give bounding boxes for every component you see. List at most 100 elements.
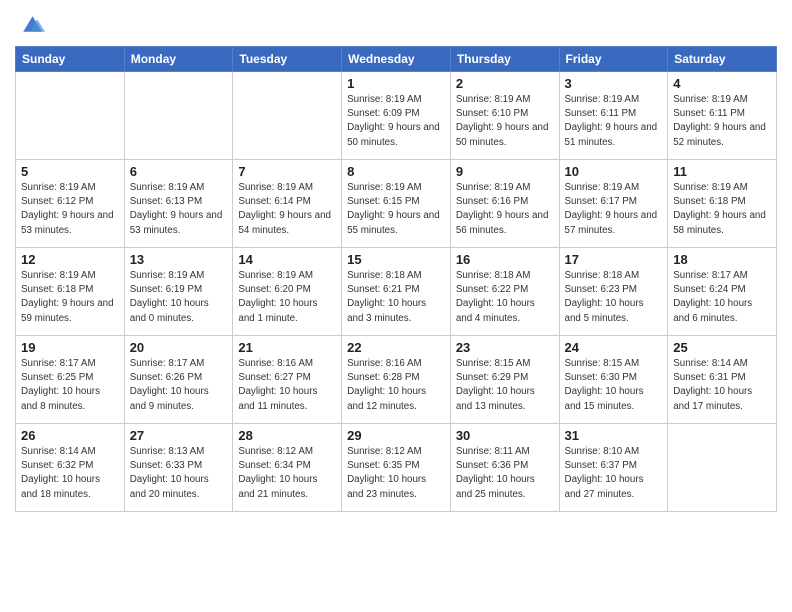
day-info: Sunrise: 8:19 AM Sunset: 6:14 PM Dayligh… [238,181,336,238]
day-number: 28 [238,428,336,443]
day-info: Sunrise: 8:15 AM Sunset: 6:29 PM Dayligh… [456,357,554,414]
calendar-cell: 30Sunrise: 8:11 AM Sunset: 6:36 PM Dayli… [450,424,559,512]
day-number: 17 [565,252,663,267]
calendar-cell: 19 Sunrise: 8:17 AM Sunset: 6:25 PM Dayli… [16,336,125,424]
day-header-wednesday: Wednesday [342,47,451,72]
calendar-cell: 4Sunrise: 8:19 AM Sunset: 6:11 PM Daylig… [668,72,777,160]
calendar-cell: 24 Sunrise: 8:15 AM Sunset: 6:30 PM Dayli… [559,336,668,424]
day-info: Sunrise: 8:19 AM Sunset: 6:13 PM Dayligh… [130,181,228,238]
calendar-cell: 28Sunrise: 8:12 AM Sunset: 6:34 PM Dayli… [233,424,342,512]
day-info: Sunrise: 8:19 AM Sunset: 6:19 PM Dayligh… [130,269,228,326]
calendar-cell: 2 Sunrise: 8:19 AM Sunset: 6:10 PM Daylig… [450,72,559,160]
day-number: 22 [347,340,445,355]
calendar-table: SundayMondayTuesdayWednesdayThursdayFrid… [15,46,777,512]
day-info: Sunrise: 8:19 AM Sunset: 6:15 PM Dayligh… [347,181,445,238]
calendar-cell: 11 Sunrise: 8:19 AM Sunset: 6:18 PM Dayli… [668,160,777,248]
day-number: 11 [673,164,771,179]
calendar-cell: 10Sunrise: 8:19 AM Sunset: 6:17 PM Dayli… [559,160,668,248]
calendar-cell: 13 Sunrise: 8:19 AM Sunset: 6:19 PM Dayli… [124,248,233,336]
day-number: 19 [21,340,119,355]
calendar-cell: 23 Sunrise: 8:15 AM Sunset: 6:29 PM Dayli… [450,336,559,424]
calendar-cell: 15 Sunrise: 8:18 AM Sunset: 6:21 PM Dayli… [342,248,451,336]
calendar-cell [668,424,777,512]
calendar-cell: 9 Sunrise: 8:19 AM Sunset: 6:16 PM Daylig… [450,160,559,248]
day-info: Sunrise: 8:14 AM Sunset: 6:31 PM Dayligh… [673,357,771,414]
day-number: 12 [21,252,119,267]
calendar-cell: 26 Sunrise: 8:14 AM Sunset: 6:32 PM Dayli… [16,424,125,512]
day-info: Sunrise: 8:19 AM Sunset: 6:17 PM Dayligh… [565,181,663,238]
page: SundayMondayTuesdayWednesdayThursdayFrid… [0,0,792,612]
day-number: 31 [565,428,663,443]
day-info: Sunrise: 8:16 AM Sunset: 6:28 PM Dayligh… [347,357,445,414]
day-info: Sunrise: 8:15 AM Sunset: 6:30 PM Dayligh… [565,357,663,414]
calendar-cell: 20 Sunrise: 8:17 AM Sunset: 6:26 PM Dayli… [124,336,233,424]
day-header-saturday: Saturday [668,47,777,72]
day-info: Sunrise: 8:17 AM Sunset: 6:25 PM Dayligh… [21,357,119,414]
day-number: 20 [130,340,228,355]
calendar-cell: 17 Sunrise: 8:18 AM Sunset: 6:23 PM Dayli… [559,248,668,336]
day-info: Sunrise: 8:19 AM Sunset: 6:09 PM Dayligh… [347,93,445,150]
day-header-sunday: Sunday [16,47,125,72]
day-info: Sunrise: 8:19 AM Sunset: 6:10 PM Dayligh… [456,93,554,150]
day-number: 15 [347,252,445,267]
calendar-cell: 25 Sunrise: 8:14 AM Sunset: 6:31 PM Dayli… [668,336,777,424]
calendar-header-row: SundayMondayTuesdayWednesdayThursdayFrid… [16,47,777,72]
calendar-cell: 12 Sunrise: 8:19 AM Sunset: 6:18 PM Dayli… [16,248,125,336]
day-number: 6 [130,164,228,179]
calendar-cell: 7 Sunrise: 8:19 AM Sunset: 6:14 PM Daylig… [233,160,342,248]
day-info: Sunrise: 8:18 AM Sunset: 6:21 PM Dayligh… [347,269,445,326]
day-info: Sunrise: 8:12 AM Sunset: 6:35 PM Dayligh… [347,445,445,502]
day-number: 26 [21,428,119,443]
calendar-cell: 8 Sunrise: 8:19 AM Sunset: 6:15 PM Daylig… [342,160,451,248]
day-header-tuesday: Tuesday [233,47,342,72]
calendar-cell: 21 Sunrise: 8:16 AM Sunset: 6:27 PM Dayli… [233,336,342,424]
day-number: 1 [347,76,445,91]
calendar-cell [233,72,342,160]
day-number: 29 [347,428,445,443]
day-number: 16 [456,252,554,267]
day-info: Sunrise: 8:19 AM Sunset: 6:18 PM Dayligh… [673,181,771,238]
day-info: Sunrise: 8:13 AM Sunset: 6:33 PM Dayligh… [130,445,228,502]
calendar-cell: 16 Sunrise: 8:18 AM Sunset: 6:22 PM Dayli… [450,248,559,336]
day-info: Sunrise: 8:19 AM Sunset: 6:16 PM Dayligh… [456,181,554,238]
day-header-monday: Monday [124,47,233,72]
day-number: 13 [130,252,228,267]
day-number: 23 [456,340,554,355]
header [15,10,777,38]
calendar-cell [16,72,125,160]
day-header-thursday: Thursday [450,47,559,72]
day-number: 8 [347,164,445,179]
day-info: Sunrise: 8:17 AM Sunset: 6:26 PM Dayligh… [130,357,228,414]
day-number: 7 [238,164,336,179]
day-info: Sunrise: 8:16 AM Sunset: 6:27 PM Dayligh… [238,357,336,414]
day-info: Sunrise: 8:17 AM Sunset: 6:24 PM Dayligh… [673,269,771,326]
day-number: 14 [238,252,336,267]
calendar-cell: 6 Sunrise: 8:19 AM Sunset: 6:13 PM Daylig… [124,160,233,248]
day-info: Sunrise: 8:19 AM Sunset: 6:20 PM Dayligh… [238,269,336,326]
day-number: 21 [238,340,336,355]
day-number: 4 [673,76,771,91]
day-number: 27 [130,428,228,443]
day-info: Sunrise: 8:18 AM Sunset: 6:22 PM Dayligh… [456,269,554,326]
week-row-3: 12 Sunrise: 8:19 AM Sunset: 6:18 PM Dayli… [16,248,777,336]
day-info: Sunrise: 8:14 AM Sunset: 6:32 PM Dayligh… [21,445,119,502]
day-header-friday: Friday [559,47,668,72]
day-info: Sunrise: 8:18 AM Sunset: 6:23 PM Dayligh… [565,269,663,326]
week-row-4: 19 Sunrise: 8:17 AM Sunset: 6:25 PM Dayli… [16,336,777,424]
day-number: 25 [673,340,771,355]
calendar-cell: 14 Sunrise: 8:19 AM Sunset: 6:20 PM Dayli… [233,248,342,336]
day-number: 2 [456,76,554,91]
logo [15,10,45,38]
calendar-cell: 1 Sunrise: 8:19 AM Sunset: 6:09 PM Daylig… [342,72,451,160]
day-info: Sunrise: 8:11 AM Sunset: 6:36 PM Dayligh… [456,445,554,502]
logo-icon [17,10,45,38]
week-row-1: 1 Sunrise: 8:19 AM Sunset: 6:09 PM Daylig… [16,72,777,160]
calendar-cell: 18Sunrise: 8:17 AM Sunset: 6:24 PM Dayli… [668,248,777,336]
day-number: 24 [565,340,663,355]
day-number: 9 [456,164,554,179]
day-number: 3 [565,76,663,91]
calendar-cell: 27 Sunrise: 8:13 AM Sunset: 6:33 PM Dayli… [124,424,233,512]
calendar-cell: 22 Sunrise: 8:16 AM Sunset: 6:28 PM Dayli… [342,336,451,424]
week-row-2: 5Sunrise: 8:19 AM Sunset: 6:12 PM Daylig… [16,160,777,248]
day-info: Sunrise: 8:19 AM Sunset: 6:18 PM Dayligh… [21,269,119,326]
